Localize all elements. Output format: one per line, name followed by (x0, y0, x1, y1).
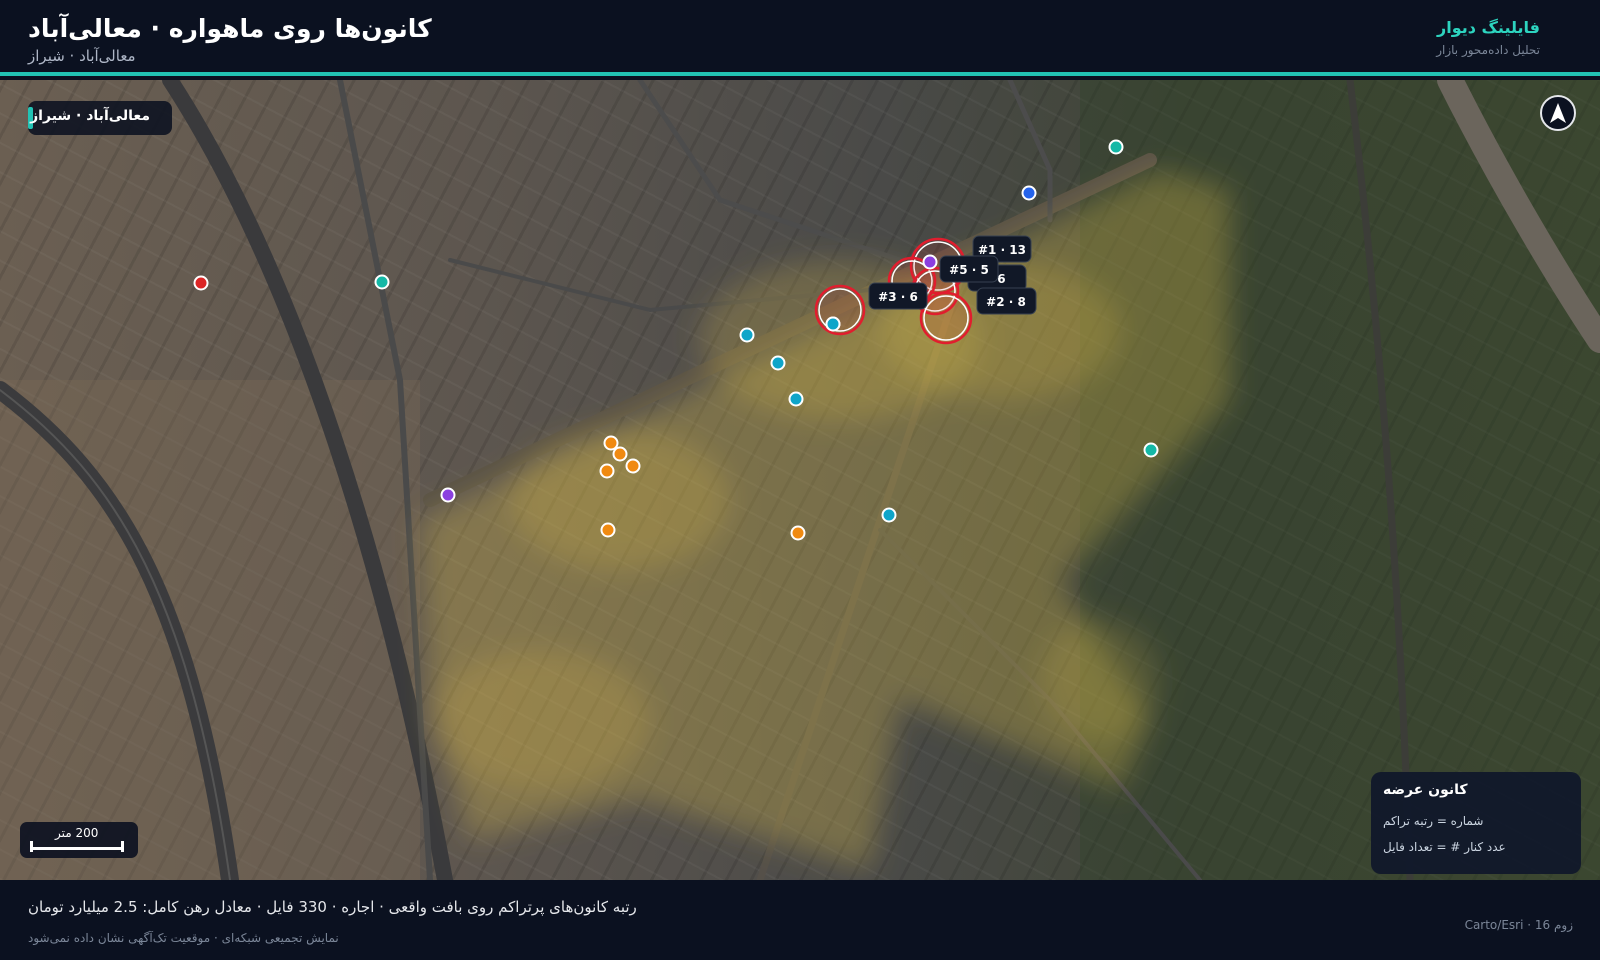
hotspot-label-3-text: #3 · 6 (878, 290, 918, 304)
legend-title: کانون عرضه (1383, 782, 1468, 798)
hotspot-label-5[interactable]: #5 · 5 (939, 255, 999, 283)
page-title: کانون‌ها روی ماهواره · معالی‌آباد (28, 14, 432, 43)
footer-map-meta: زوم 16 · Carto/Esri (1464, 918, 1573, 932)
page-subtitle: معالی‌آباد · شیراز (28, 47, 136, 65)
north-arrow-icon[interactable] (1540, 95, 1576, 131)
satellite-map[interactable]: #1 · 13 · 6 #5 · 5 #3 · 6 #2 · 8 معالی‌آ… (0, 80, 1600, 880)
hotspot-ring-3[interactable] (814, 284, 866, 336)
hotspot-label-5-text: #5 · 5 (949, 263, 989, 277)
hotspot-label-2[interactable]: #2 · 8 (976, 287, 1037, 315)
north-arrow-glyph (1550, 103, 1566, 123)
marker-cyan[interactable] (825, 316, 841, 332)
legend-rank-note: شماره = رتبه تراکم (1383, 814, 1484, 828)
marker-orange[interactable] (603, 435, 619, 451)
marker-blue[interactable] (1021, 185, 1037, 201)
marker-purple[interactable] (440, 487, 456, 503)
marker-orange[interactable] (790, 525, 806, 541)
marker-orange[interactable] (599, 463, 615, 479)
marker-orange[interactable] (625, 458, 641, 474)
hotspot-label-1-text: #1 · 13 (978, 243, 1026, 257)
marker-cyan[interactable] (739, 327, 755, 343)
scale-bar-label: 200 متر (55, 826, 99, 840)
footer-summary: رتبه کانون‌های پرتراکم روی بافت واقعی · … (28, 898, 637, 916)
scale-bar: 200 متر (20, 822, 138, 858)
point-markers (193, 139, 1159, 541)
marker-cyan[interactable] (770, 355, 786, 371)
header-bar: کانون‌ها روی ماهواره · معالی‌آباد معالی‌… (0, 0, 1600, 76)
hotspot-layer: #1 · 13 · 6 #5 · 5 #3 · 6 #2 · 8 (193, 139, 1159, 541)
marker-cyan[interactable] (788, 391, 804, 407)
marker-red[interactable] (193, 275, 209, 291)
header-accent-line (0, 72, 1600, 76)
footer-note: نمایش تجمیعی شبکه‌ای · موقعیت تک‌آگهی نش… (28, 931, 339, 945)
hotspot-ring-2[interactable] (919, 291, 973, 345)
marker-teal[interactable] (1108, 139, 1124, 155)
map-legend: کانون عرضه شماره = رتبه تراکم عدد کنار #… (1371, 772, 1581, 874)
marker-orange[interactable] (600, 522, 616, 538)
location-pill-label: معالی‌آباد · شیراز (30, 108, 150, 124)
hotspot-label-2-text: #2 · 8 (986, 295, 1026, 309)
hotspot-label-3[interactable]: #3 · 6 (868, 282, 928, 310)
brand-name: فایلینگ دیوار (1437, 18, 1540, 37)
brand-tagline: تحلیل داده‌محور بازار (1436, 43, 1540, 57)
footer-bar: رتبه کانون‌های پرتراکم روی بافت واقعی · … (0, 880, 1600, 960)
marker-teal[interactable] (374, 274, 390, 290)
scale-bar-line (30, 847, 124, 850)
marker-purple[interactable] (922, 254, 938, 270)
marker-teal[interactable] (1143, 442, 1159, 458)
marker-orange[interactable] (612, 446, 628, 462)
location-pill: معالی‌آباد · شیراز (28, 101, 172, 135)
scale-bar-tick-right (121, 841, 124, 852)
marker-cyan[interactable] (881, 507, 897, 523)
legend-count-note: عدد کنار # = تعداد فایل (1383, 840, 1506, 854)
